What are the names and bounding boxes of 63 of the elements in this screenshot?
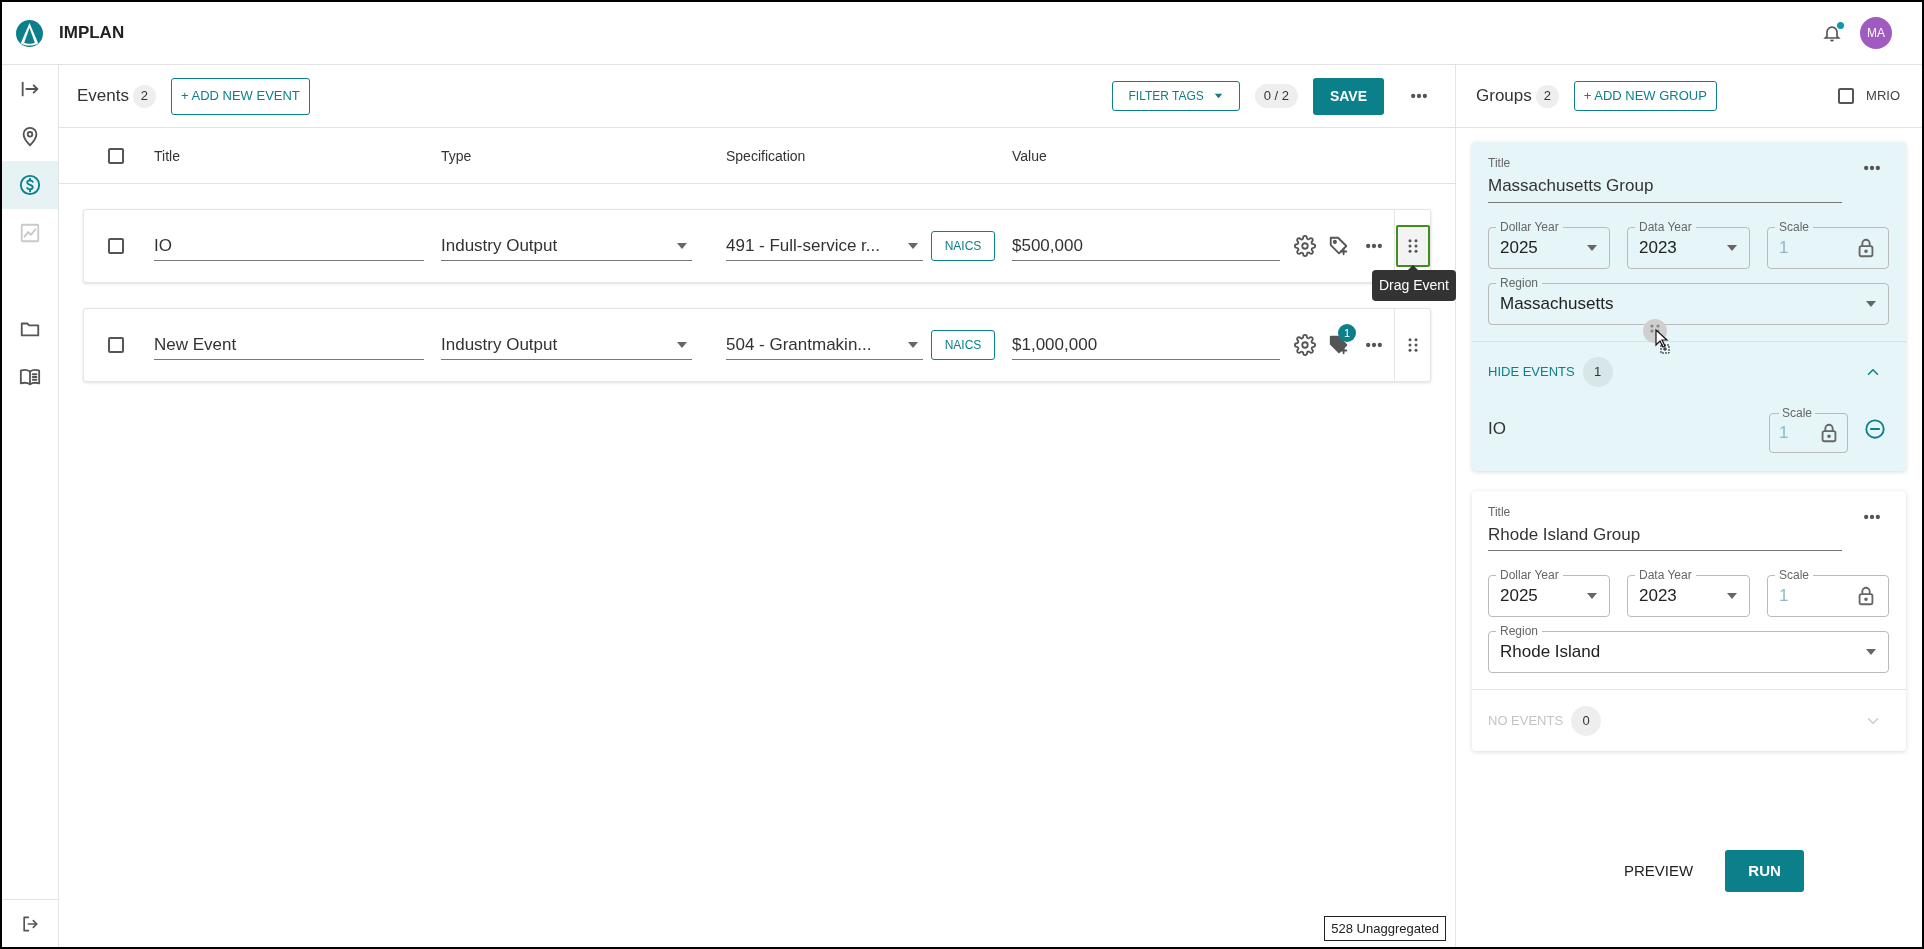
run-button[interactable]: RUN (1725, 850, 1805, 892)
sidebar-item[interactable] (2, 161, 58, 209)
column-header: Type (441, 147, 472, 164)
caret-icon (1726, 592, 1738, 600)
logo-icon (16, 19, 43, 47)
value-field[interactable]: $1,000,000 (1012, 330, 1280, 360)
caret-icon (1586, 243, 1598, 252)
specification-select[interactable]: 491 - Full-service r... (726, 231, 923, 261)
tag-add-icon[interactable] (1328, 235, 1350, 257)
code-system-button[interactable]: NAICS (931, 330, 995, 360)
dollar-icon (19, 174, 41, 196)
count-badge: 1 (1582, 357, 1613, 387)
column-header: Title (154, 147, 180, 164)
selection-count: 0 / 2 (1254, 84, 1298, 108)
count-badge: 2 (133, 84, 156, 108)
preview-button[interactable]: PREVIEW (1613, 850, 1704, 892)
row-checkbox[interactable] (108, 238, 124, 254)
notification-bell-icon[interactable] (1822, 22, 1844, 44)
panel-title: Events (77, 85, 129, 108)
save-button[interactable]: SAVE (1313, 77, 1384, 115)
user-avatar[interactable]: MA (1860, 17, 1892, 49)
settings-icon[interactable] (1294, 235, 1316, 257)
events-toggle-button[interactable]: HIDE EVENTS (1488, 362, 1575, 382)
tooltip: Drag Event (1371, 265, 1456, 301)
event-title-field[interactable]: New Event (154, 330, 424, 360)
caret-icon (676, 340, 688, 349)
value-field[interactable]: $500,000 (1012, 231, 1280, 261)
row-checkbox[interactable] (108, 337, 124, 353)
remove-icon[interactable] (1864, 417, 1886, 440)
caret-icon (676, 241, 688, 250)
settings-icon[interactable] (1294, 334, 1316, 356)
drag-handle[interactable] (1395, 225, 1430, 267)
event-title-field[interactable]: IO (154, 231, 424, 261)
caret-icon (1865, 299, 1877, 308)
checkbox-label: MRIO (1866, 87, 1900, 106)
caret-icon (907, 241, 919, 250)
caret-icon (1586, 592, 1598, 600)
group-event-title: IO (1488, 417, 1506, 440)
column-header: Specification (726, 147, 806, 164)
caret-icon (1726, 243, 1738, 252)
code-system-button[interactable]: NAICS (931, 231, 995, 261)
caret-icon (907, 340, 919, 349)
app-name: IMPLAN (59, 22, 125, 45)
group-title-field[interactable]: Title Massachusetts Group (1488, 154, 1842, 203)
specification-select[interactable]: 504 - Grantmakin... (726, 330, 923, 360)
column-header: Value (1012, 147, 1047, 164)
chart-icon (19, 222, 41, 244)
filter-tags-dropdown[interactable]: FILTER TAGS (1111, 81, 1240, 111)
count-badge: 0 (1571, 705, 1602, 736)
caret-icon (1213, 93, 1223, 99)
group-title-field[interactable]: Title Rhode Island Group (1488, 502, 1842, 551)
mrio-checkbox[interactable] (1838, 88, 1855, 104)
select-all-checkbox[interactable] (108, 147, 124, 164)
count-badge: 2 (1535, 84, 1559, 108)
type-select[interactable]: Industry Output (441, 330, 692, 360)
status-label: 528 Unaggregated (1324, 915, 1446, 941)
type-select[interactable]: Industry Output (441, 231, 692, 261)
panel-title: Groups (1476, 85, 1532, 108)
tag-count-badge: 1 (1338, 324, 1356, 342)
caret-icon (1865, 648, 1877, 656)
add-event-button[interactable]: + ADD NEW EVENT (171, 77, 310, 115)
add-group-button[interactable]: + ADD NEW GROUP (1573, 81, 1717, 111)
book-icon (19, 366, 41, 388)
